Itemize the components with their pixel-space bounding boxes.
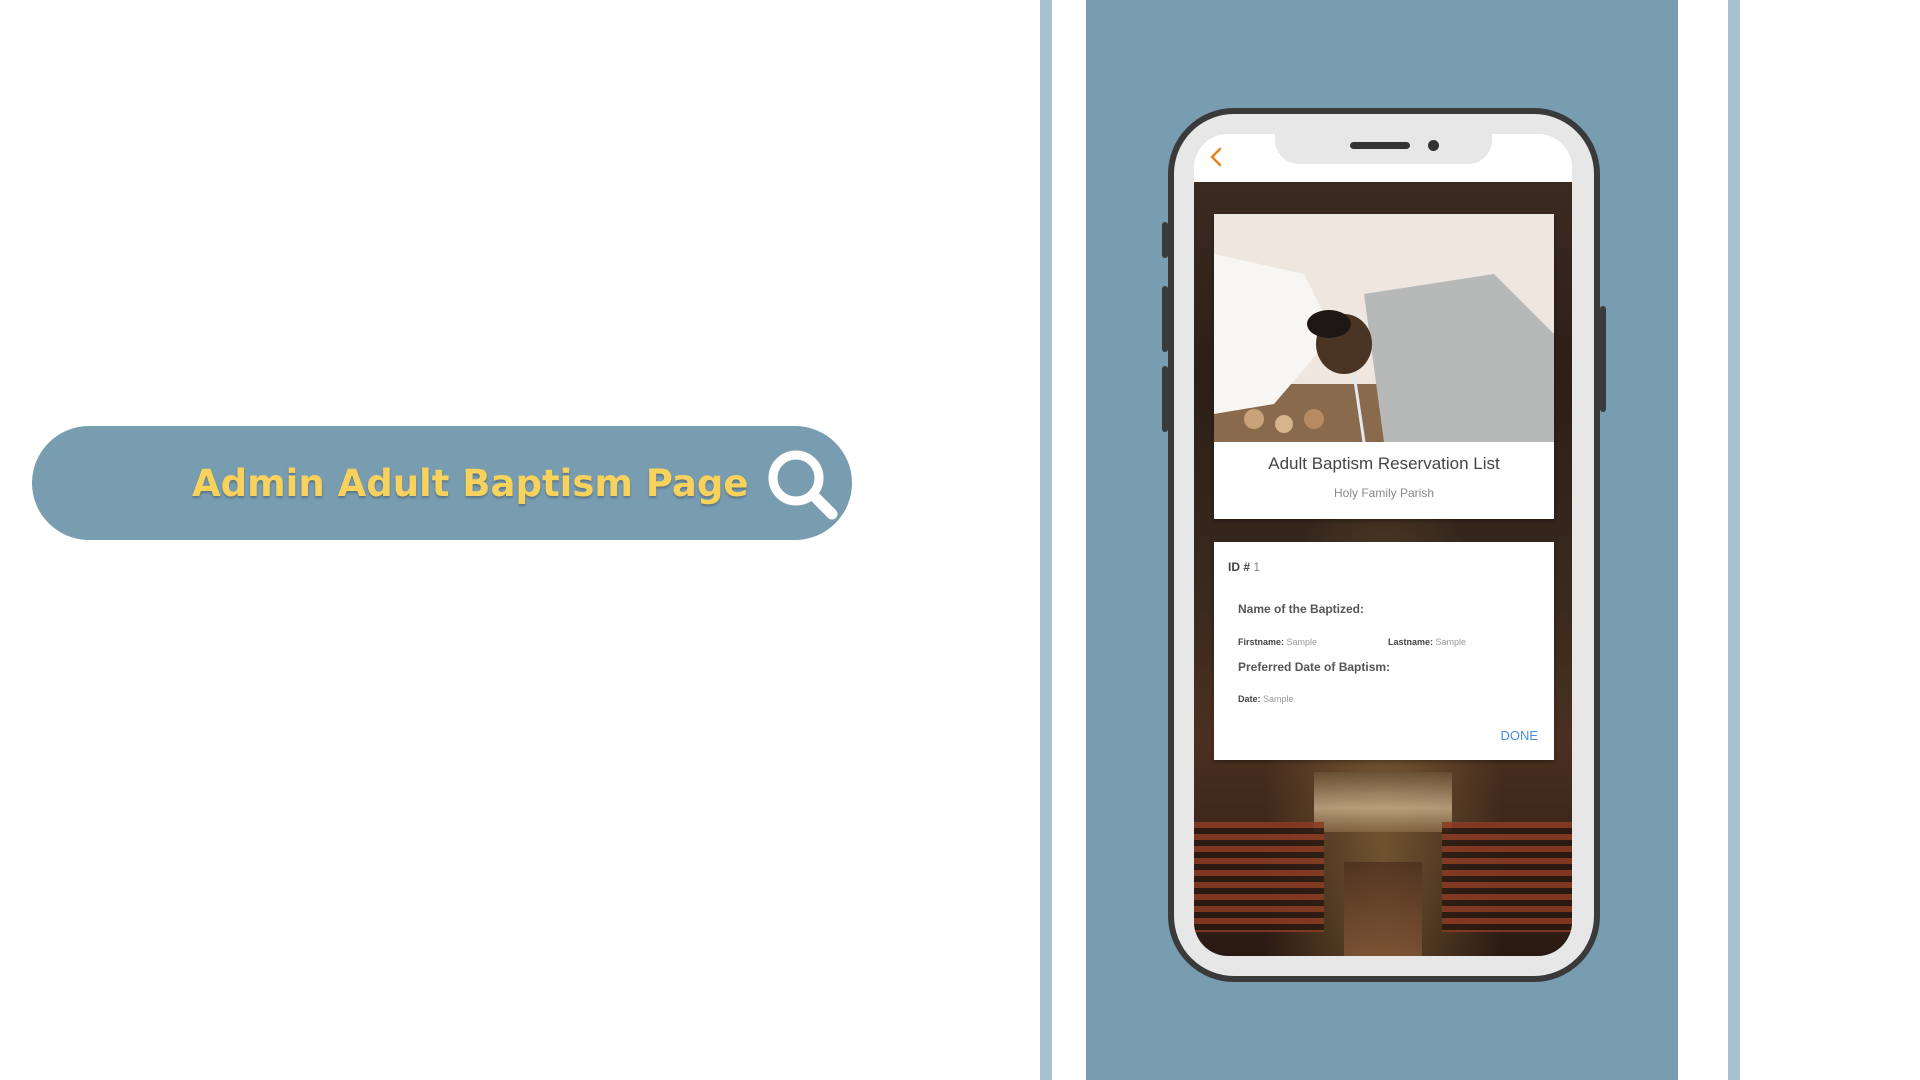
lastname-label: Lastname: bbox=[1388, 637, 1434, 647]
left-stripe bbox=[1040, 0, 1052, 1080]
id-value: 1 bbox=[1253, 560, 1261, 574]
parish-name: Holy Family Parish bbox=[1333, 486, 1435, 500]
phone-screen: Adult Baptism Reservation List Holy Fami… bbox=[1194, 134, 1572, 956]
lastname-field: Lastname: Sample bbox=[1388, 637, 1466, 647]
firstname-field: Firstname: Sample bbox=[1238, 637, 1317, 647]
date-field: Date: Sample bbox=[1238, 694, 1294, 704]
name-section-label: Name of the Baptized: bbox=[1238, 602, 1365, 616]
firstname-label: Firstname: bbox=[1238, 637, 1285, 647]
pews-right-illustration bbox=[1442, 822, 1572, 932]
baptism-photo-illustration bbox=[1214, 214, 1554, 442]
header-card: Adult Baptism Reservation List Holy Fami… bbox=[1214, 214, 1554, 519]
baptism-photo bbox=[1214, 214, 1554, 442]
right-stripe bbox=[1728, 0, 1740, 1080]
search-bar[interactable]: Admin Adult Baptism Page bbox=[32, 426, 852, 540]
altar-illustration bbox=[1314, 772, 1452, 832]
phone-speaker bbox=[1350, 142, 1410, 149]
reservation-id: ID # 1 bbox=[1228, 560, 1260, 574]
date-value: Sample bbox=[1263, 694, 1294, 704]
lastname-value: Sample bbox=[1435, 637, 1467, 647]
done-button[interactable]: DONE bbox=[1500, 728, 1538, 743]
phone-camera bbox=[1428, 140, 1439, 151]
firstname-value: Sample bbox=[1286, 637, 1318, 647]
phone-notch bbox=[1275, 134, 1492, 164]
pews-left-illustration bbox=[1194, 822, 1324, 932]
date-section-label: Preferred Date of Baptism: bbox=[1238, 660, 1391, 674]
phone-power-button bbox=[1600, 306, 1606, 412]
date-label: Date: bbox=[1238, 694, 1261, 704]
page-title: Adult Baptism Reservation List bbox=[1268, 454, 1500, 473]
search-bar-label: Admin Adult Baptism Page bbox=[192, 462, 749, 505]
chevron-left-icon[interactable] bbox=[1206, 146, 1228, 168]
id-label: ID # bbox=[1228, 560, 1251, 574]
aisle-illustration bbox=[1344, 862, 1422, 956]
reservation-detail-card: ID # 1 Name of the Baptized: Firstname: … bbox=[1214, 542, 1554, 760]
search-icon[interactable] bbox=[762, 444, 842, 524]
